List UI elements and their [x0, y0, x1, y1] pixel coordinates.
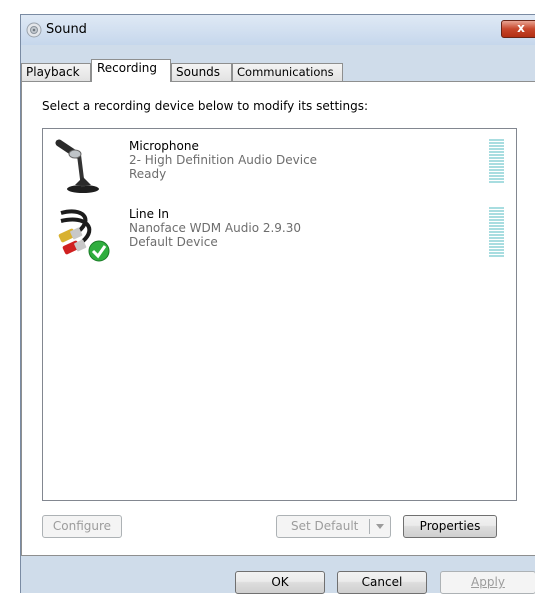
button-label: Set Default: [291, 519, 359, 533]
tab-communications[interactable]: Communications: [232, 63, 343, 81]
device-status: Default Device: [129, 235, 218, 249]
close-button[interactable]: x: [501, 20, 535, 38]
button-label: Configure: [52, 519, 112, 533]
rca-cable-icon: [58, 209, 110, 262]
microphone-icon: [55, 139, 99, 193]
tab-recording[interactable]: Recording: [91, 59, 171, 82]
sound-dialog: Sound x Playback Recording Sounds Commun…: [20, 14, 535, 594]
device-text: Microphone 2- High Definition Audio Devi…: [129, 139, 317, 181]
tab-label: Sounds: [176, 65, 221, 79]
device-name: Microphone: [129, 139, 199, 153]
device-list[interactable]: Microphone 2- High Definition Audio Devi…: [42, 128, 517, 501]
device-text: Line In Nanoface WDM Audio 2.9.30 Defaul…: [129, 207, 301, 249]
button-label: Cancel: [361, 575, 403, 589]
button-label: Properties: [419, 519, 481, 533]
window-title: Sound: [46, 22, 87, 37]
cancel-button[interactable]: Cancel: [337, 571, 427, 594]
button-label: Apply: [471, 575, 505, 589]
title-bar[interactable]: Sound x: [21, 15, 535, 45]
device-description: Nanoface WDM Audio 2.9.30: [129, 221, 302, 235]
speaker-icon: [26, 22, 42, 38]
chevron-down-icon[interactable]: [376, 524, 384, 529]
configure-button[interactable]: Configure: [42, 515, 122, 538]
tab-label: Communications: [237, 65, 334, 79]
instruction-text: Select a recording device below to modif…: [42, 99, 369, 113]
tab-label: Recording: [97, 61, 158, 75]
device-description: 2- High Definition Audio Device: [129, 153, 318, 167]
device-status: Ready: [129, 167, 167, 181]
set-default-button[interactable]: Set Default: [276, 515, 391, 538]
properties-button[interactable]: Properties: [403, 515, 497, 538]
level-meter: [489, 139, 504, 184]
device-name: Line In: [129, 207, 169, 221]
ok-button[interactable]: OK: [235, 571, 325, 594]
button-label: OK: [271, 575, 289, 589]
split-separator: [369, 519, 370, 534]
tab-playback[interactable]: Playback: [21, 63, 91, 81]
recording-panel: Select a recording device below to modif…: [21, 81, 535, 556]
tab-sounds[interactable]: Sounds: [171, 63, 232, 81]
device-item-microphone[interactable]: Microphone 2- High Definition Audio Devi…: [43, 137, 516, 201]
level-meter: [489, 207, 504, 258]
apply-button[interactable]: Apply: [440, 571, 535, 594]
tab-label: Playback: [26, 65, 80, 79]
device-item-line-in[interactable]: Line In Nanoface WDM Audio 2.9.30 Defaul…: [43, 205, 516, 269]
close-icon: x: [517, 21, 525, 35]
